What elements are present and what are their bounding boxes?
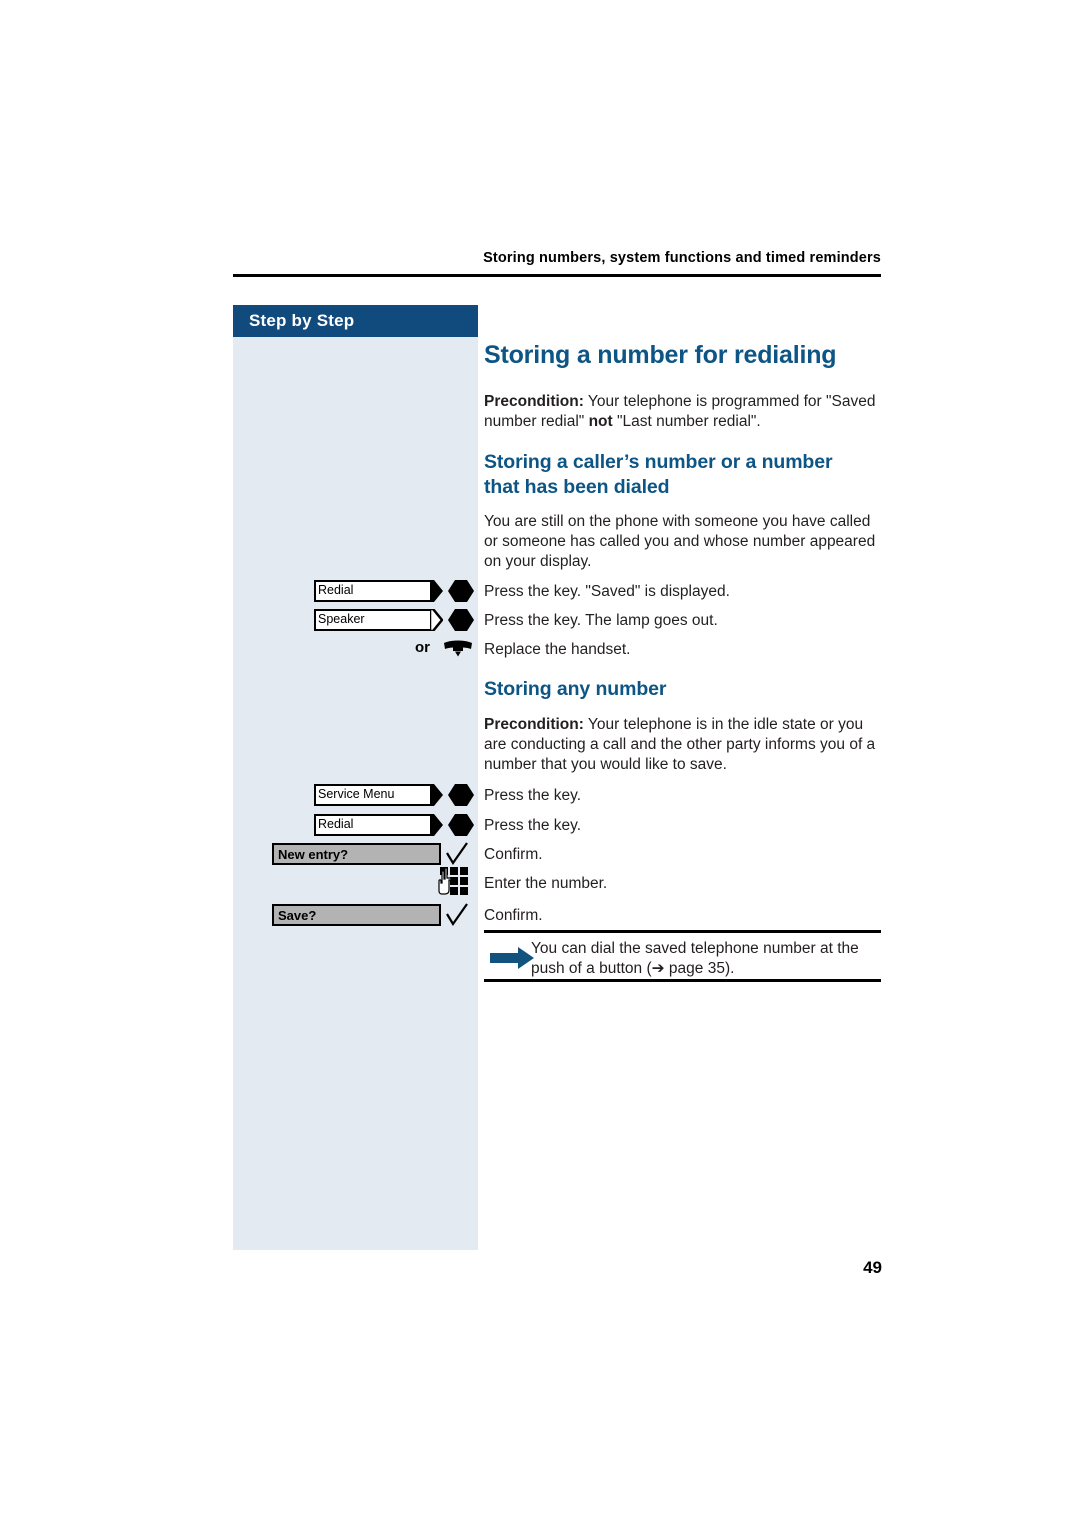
section-heading-any-number: Storing any number bbox=[484, 678, 667, 700]
step-by-step-label: Step by Step bbox=[249, 311, 355, 330]
key-service-menu-label: Service Menu bbox=[318, 787, 395, 801]
step-instruction-speaker: Press the key. The lamp goes out. bbox=[484, 612, 718, 629]
key-tip-filled-icon bbox=[430, 784, 443, 806]
key-press-blob-icon bbox=[448, 580, 474, 602]
step-instruction-replace-handset: Replace the handset. bbox=[484, 641, 631, 658]
header-rule bbox=[233, 274, 881, 277]
key-press-blob-icon bbox=[448, 609, 474, 631]
key-tip-filled-icon bbox=[430, 814, 443, 836]
blue-arrow-icon bbox=[490, 947, 534, 969]
softkey-new-entry-label: New entry? bbox=[278, 847, 349, 862]
step-by-step-column bbox=[233, 305, 478, 1250]
precondition-1-emphasis: not bbox=[588, 413, 613, 430]
checkmark-icon bbox=[446, 903, 468, 927]
precondition-2-label: Precondition: bbox=[484, 716, 584, 733]
note-text: You can dial the saved telephone number … bbox=[531, 940, 859, 977]
step-instruction-redial-1: Press the key. "Saved" is displayed. bbox=[484, 583, 730, 600]
key-tip-open-icon bbox=[430, 609, 443, 631]
step-instruction-redial-2: Press the key. bbox=[484, 817, 582, 834]
step-instruction-confirm-new-entry: Confirm. bbox=[484, 846, 543, 863]
step-by-step-header: Step by Step bbox=[233, 305, 478, 337]
handset-icon bbox=[444, 640, 472, 657]
step-instruction-service-menu: Press the key. bbox=[484, 787, 582, 804]
page-title: Storing a number for redialing bbox=[484, 341, 837, 369]
softkey-save-label: Save? bbox=[278, 908, 317, 923]
softkey-save[interactable]: Save? bbox=[272, 904, 441, 926]
precondition-2: Precondition: Your telephone is in the i… bbox=[484, 715, 884, 775]
running-header-title: Storing numbers, system functions and ti… bbox=[483, 250, 881, 266]
key-press-blob-icon bbox=[448, 784, 474, 806]
precondition-1-text-2: "Last number redial". bbox=[612, 413, 761, 430]
key-service-menu[interactable]: Service Menu bbox=[314, 784, 484, 806]
step-instruction-confirm-save: Confirm. bbox=[484, 907, 543, 924]
key-speaker-label: Speaker bbox=[318, 612, 365, 626]
or-label: or bbox=[415, 639, 430, 656]
note-box: You can dial the saved telephone number … bbox=[484, 930, 881, 982]
key-speaker[interactable]: Speaker bbox=[314, 609, 474, 631]
softkey-new-entry[interactable]: New entry? bbox=[272, 843, 441, 865]
step-instruction-enter-number: Enter the number. bbox=[484, 875, 608, 892]
key-tip-filled-icon bbox=[430, 580, 443, 602]
content-column: Storing a number for redialing Precondit… bbox=[484, 340, 884, 773]
precondition-1-label: Precondition: bbox=[484, 393, 584, 410]
keypad-icon bbox=[438, 867, 468, 895]
key-redial-1[interactable]: Redial bbox=[314, 580, 474, 602]
section-paragraph-caller-number: You are still on the phone with someone … bbox=[484, 513, 876, 570]
precondition-1: Precondition: Your telephone is programm… bbox=[484, 392, 884, 432]
key-press-blob-icon bbox=[448, 814, 474, 836]
key-redial-2[interactable]: Redial bbox=[314, 814, 484, 836]
checkmark-icon bbox=[446, 842, 468, 866]
page-number: 49 bbox=[863, 1258, 882, 1277]
key-redial-2-label: Redial bbox=[318, 817, 354, 831]
key-redial-1-label: Redial bbox=[318, 583, 354, 597]
section-heading-caller-number: Storing a caller’s number or a number th… bbox=[484, 451, 833, 498]
